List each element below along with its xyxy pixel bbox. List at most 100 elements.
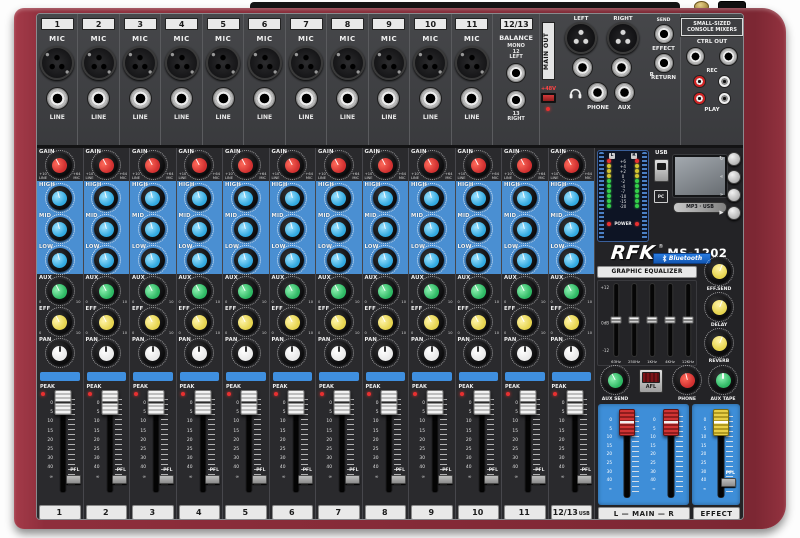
high-eq-knob[interactable] [420,186,444,210]
channel-fader[interactable] [148,390,165,415]
main-left-fader[interactable] [619,409,635,436]
gain-knob[interactable] [327,153,351,177]
next-track-button[interactable] [727,188,741,202]
effect-fader[interactable] [713,409,729,436]
gain-knob[interactable] [187,153,211,177]
channel-fader[interactable] [101,390,118,415]
pan-knob[interactable] [280,341,304,365]
high-eq-knob[interactable] [327,186,351,210]
afl-button[interactable]: AFL [639,369,663,393]
aux-send-knob[interactable] [141,279,165,303]
mid-eq-knob[interactable] [48,217,72,241]
low-eq-knob[interactable] [48,248,72,272]
gain-knob[interactable] [234,153,258,177]
pfl-button[interactable] [438,475,453,484]
gain-knob[interactable] [513,153,537,177]
channel-fader[interactable] [380,390,397,415]
low-eq-knob[interactable] [187,248,211,272]
low-eq-knob[interactable] [94,248,118,272]
eff-send-knob[interactable] [94,310,118,334]
eff-send-knob[interactable] [280,310,304,334]
eff-send-knob[interactable] [187,310,211,334]
geq-slider[interactable] [629,317,640,324]
phone-level-knob[interactable] [675,368,699,392]
pan-knob[interactable] [466,341,490,365]
repeat-button[interactable] [727,152,741,166]
low-eq-knob[interactable] [141,248,165,272]
mid-eq-knob[interactable] [420,217,444,241]
main-right-fader[interactable] [663,409,679,436]
pan-knob[interactable] [234,341,258,365]
mid-eq-knob[interactable] [559,217,583,241]
pfl-button[interactable] [484,475,499,484]
aux-send-knob[interactable] [513,279,537,303]
high-eq-knob[interactable] [466,186,490,210]
geq-slider[interactable] [665,317,676,324]
eff-send-knob[interactable] [559,310,583,334]
pfl-button[interactable] [112,475,127,484]
high-eq-knob[interactable] [559,186,583,210]
gain-knob[interactable] [94,153,118,177]
channel-fader[interactable] [241,390,258,415]
mid-eq-knob[interactable] [234,217,258,241]
mid-eq-knob[interactable] [373,217,397,241]
low-eq-knob[interactable] [559,248,583,272]
eff-send-knob[interactable] [234,310,258,334]
phantom-power-switch[interactable] [541,93,556,103]
geq-slider[interactable] [683,317,694,324]
pfl-button[interactable] [66,475,81,484]
mid-eq-knob[interactable] [466,217,490,241]
aux-send-knob[interactable] [559,279,583,303]
pfl-button[interactable] [391,475,406,484]
gain-knob[interactable] [48,153,72,177]
previous-track-button[interactable] [727,170,741,184]
mid-eq-knob[interactable] [187,217,211,241]
aux-send-knob[interactable] [48,279,72,303]
eff-send-knob[interactable] [141,310,165,334]
low-eq-knob[interactable] [234,248,258,272]
pan-knob[interactable] [141,341,165,365]
channel-fader[interactable] [520,390,537,415]
pan-knob[interactable] [48,341,72,365]
low-eq-knob[interactable] [466,248,490,272]
aux-send-knob[interactable] [420,279,444,303]
pan-knob[interactable] [94,341,118,365]
pan-knob[interactable] [373,341,397,365]
gain-knob[interactable] [466,153,490,177]
geq-slider[interactable] [611,317,622,324]
channel-fader[interactable] [55,390,72,415]
high-eq-knob[interactable] [234,186,258,210]
mid-eq-knob[interactable] [141,217,165,241]
high-eq-knob[interactable] [94,186,118,210]
eff-send-knob[interactable] [707,259,731,283]
gain-knob[interactable] [373,153,397,177]
high-eq-knob[interactable] [48,186,72,210]
channel-fader[interactable] [334,390,351,415]
high-eq-knob[interactable] [280,186,304,210]
pfl-button[interactable] [252,475,267,484]
channel-fader[interactable] [194,390,211,415]
high-eq-knob[interactable] [187,186,211,210]
pfl-button[interactable] [205,475,220,484]
pfl-button[interactable] [345,475,360,484]
eff-send-knob[interactable] [373,310,397,334]
low-eq-knob[interactable] [420,248,444,272]
channel-fader[interactable] [427,390,444,415]
aux-send-knob[interactable] [94,279,118,303]
channel-fader[interactable] [287,390,304,415]
high-eq-knob[interactable] [373,186,397,210]
play-pause-button[interactable] [727,206,741,220]
eff-send-knob[interactable] [48,310,72,334]
pfl-button[interactable] [577,475,592,484]
low-eq-knob[interactable] [373,248,397,272]
low-eq-knob[interactable] [513,248,537,272]
aux-send-knob[interactable] [280,279,304,303]
eff-send-knob[interactable] [513,310,537,334]
aux-send-knob[interactable] [373,279,397,303]
mid-eq-knob[interactable] [327,217,351,241]
geq-slider[interactable] [647,317,658,324]
pan-knob[interactable] [559,341,583,365]
pan-knob[interactable] [420,341,444,365]
pan-knob[interactable] [187,341,211,365]
aux-tape-knob[interactable] [711,368,735,392]
